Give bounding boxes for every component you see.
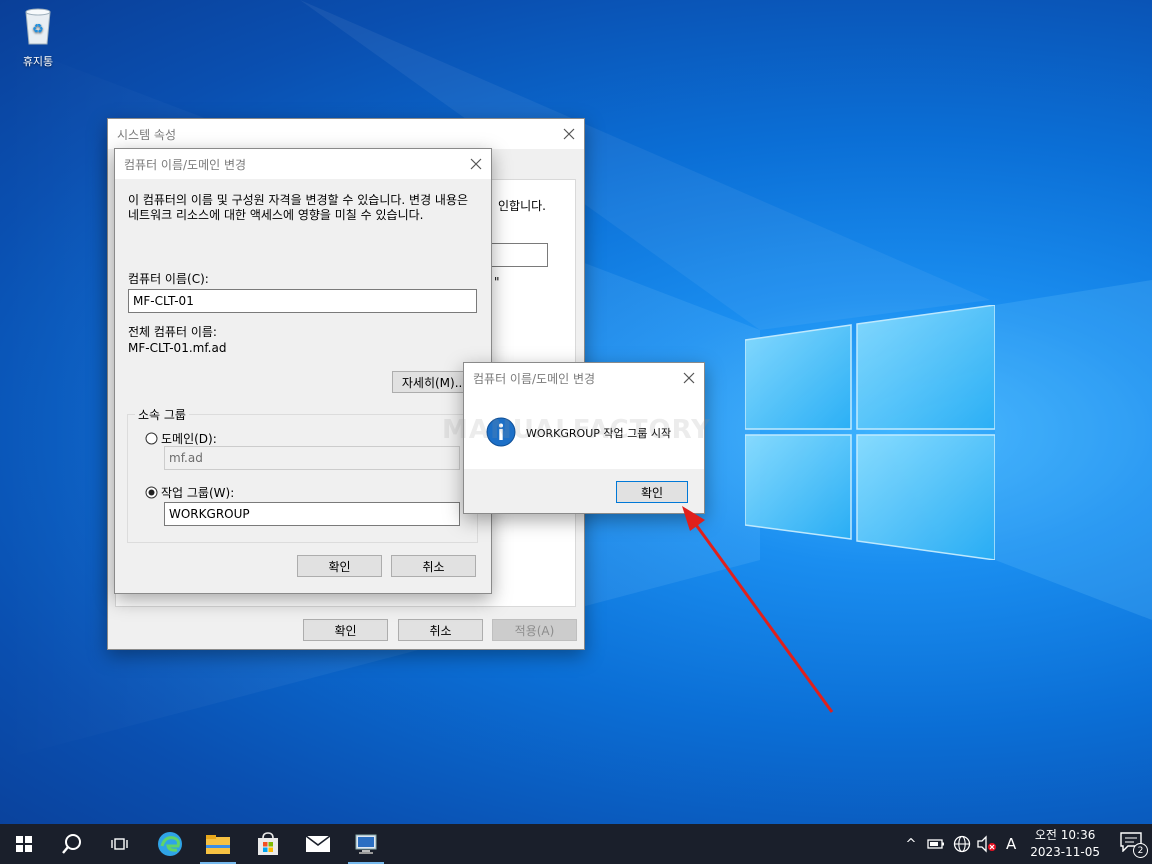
store-icon: [258, 832, 278, 855]
notification-center-button[interactable]: 2: [1120, 832, 1149, 858]
workgroup-radio[interactable]: 작업 그룹(W):: [145, 484, 234, 501]
ok-button[interactable]: 확인: [303, 619, 388, 641]
store-button[interactable]: [244, 824, 292, 864]
show-hidden-icons[interactable]: ^: [900, 837, 922, 852]
message-box-title: 컴퓨터 이름/도메인 변경: [473, 371, 596, 386]
computer-name-label: 컴퓨터 이름(C):: [128, 272, 209, 286]
notification-badge: 2: [1133, 843, 1149, 858]
clock-time: 오전 10:36: [1034, 828, 1096, 842]
close-icon[interactable]: [554, 119, 584, 149]
ok-button[interactable]: 확인: [297, 555, 382, 577]
volume-muted-icon[interactable]: [976, 835, 998, 853]
full-name-label: 전체 컴퓨터 이름:: [128, 325, 217, 339]
member-of-label: 소속 그룹: [135, 406, 189, 423]
domain-label: 도메인(D):: [161, 432, 217, 446]
partial-text: 인합니다.: [498, 199, 546, 213]
power-icon[interactable]: [926, 837, 946, 851]
window-title: 시스템 속성: [117, 127, 177, 142]
search-button[interactable]: [48, 824, 96, 864]
close-icon[interactable]: [461, 149, 491, 179]
ok-button[interactable]: 확인: [616, 481, 688, 503]
system-properties-titlebar[interactable]: 시스템 속성: [108, 119, 584, 149]
system-properties-icon: [355, 834, 377, 854]
clock-date: 2023-11-05: [1030, 845, 1101, 859]
change-name-dialog: 컴퓨터 이름/도메인 변경 이 컴퓨터의 이름 및 구성원 자격을 변경할 수 …: [114, 148, 492, 594]
mail-icon: [305, 835, 331, 852]
network-icon[interactable]: [952, 834, 972, 854]
apply-button[interactable]: 적용(A): [492, 619, 577, 641]
cancel-button[interactable]: 취소: [391, 555, 476, 577]
svg-text:♻: ♻: [32, 22, 44, 37]
taskbar: ^ A 오전 10:36 2023-11-05 2: [0, 824, 1152, 864]
search-icon: [62, 834, 81, 854]
recycle-bin-label: 휴지통: [22, 55, 54, 68]
system-properties-button[interactable]: [342, 824, 390, 864]
message-box: 컴퓨터 이름/도메인 변경 WORKGROUP 작업 그룹 시작 MANUALF…: [442, 362, 710, 514]
domain-radio[interactable]: 도메인(D):: [145, 430, 217, 447]
edge-button[interactable]: [146, 824, 194, 864]
message-box-titlebar[interactable]: 컴퓨터 이름/도메인 변경: [464, 363, 704, 393]
change-name-titlebar[interactable]: 컴퓨터 이름/도메인 변경: [115, 149, 491, 179]
description-text: 이 컴퓨터의 이름 및 구성원 자격을 변경할 수 있습니다. 변경 내용은 네…: [128, 193, 469, 222]
workgroup-input[interactable]: WORKGROUP: [164, 502, 460, 526]
clock[interactable]: 오전 10:36 2023-11-05: [1030, 827, 1100, 861]
recycle-bin-icon: ♻: [25, 8, 51, 45]
file-explorer-icon: [206, 835, 230, 854]
edge-icon: [158, 832, 182, 856]
mail-button[interactable]: [294, 824, 342, 864]
full-name-value: MF-CLT-01.mf.ad: [128, 341, 227, 355]
recycle-bin[interactable]: ♻ 휴지통: [12, 6, 64, 69]
watermark: MANUALFACTORY: [442, 415, 712, 445]
cancel-button[interactable]: 취소: [398, 619, 483, 641]
task-view-icon: [111, 838, 128, 850]
radio-selected-icon: [145, 486, 158, 499]
system-tray: ^ A 오전 10:36 2023-11-05 2: [900, 824, 1149, 864]
domain-input[interactable]: mf.ad: [164, 446, 460, 470]
file-explorer-button[interactable]: [194, 824, 242, 864]
start-button[interactable]: [0, 824, 48, 864]
start-icon: [16, 836, 32, 852]
computer-name-input[interactable]: MF-CLT-01: [128, 289, 477, 313]
task-view-button[interactable]: [96, 824, 144, 864]
radio-unselected-icon: [145, 432, 158, 445]
ime-indicator[interactable]: A: [1006, 835, 1016, 853]
description-field[interactable]: [488, 243, 548, 267]
dialog-title: 컴퓨터 이름/도메인 변경: [124, 157, 247, 172]
close-icon[interactable]: [674, 363, 704, 393]
workgroup-label: 작업 그룹(W):: [161, 486, 235, 500]
windows-logo: [745, 305, 995, 560]
partial-text-2: ": [494, 275, 500, 289]
